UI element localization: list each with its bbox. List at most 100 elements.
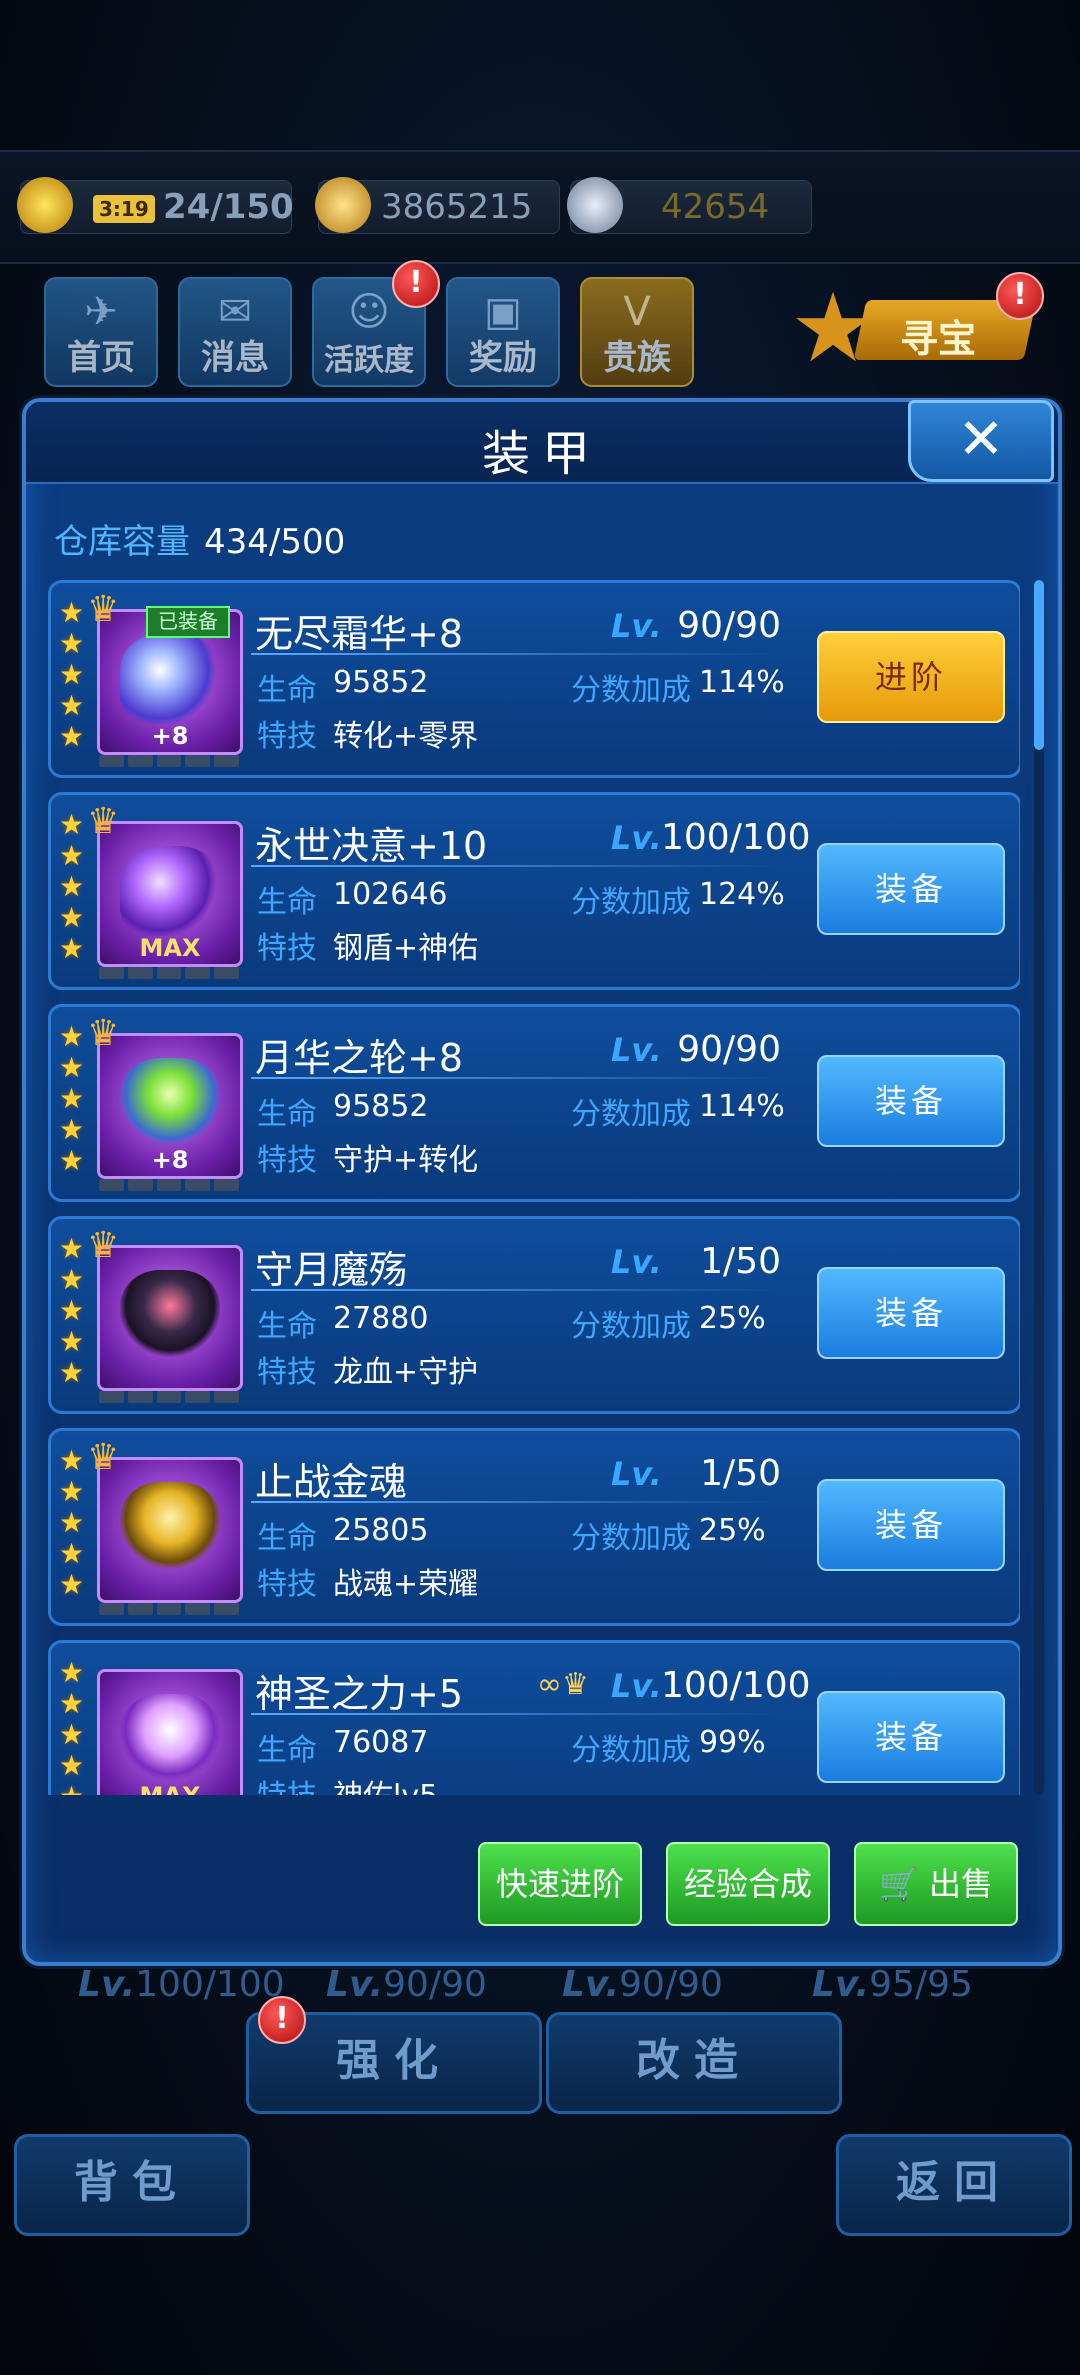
stamina-value: 24/150 [163, 187, 294, 227]
star-icon: ★ [59, 932, 85, 965]
exp-merge-button[interactable]: 经验合成 [666, 1842, 830, 1926]
upgrade-button[interactable]: 进阶 [817, 631, 1005, 723]
level-label: Lv. [611, 1243, 662, 1281]
star-icon: ★ [59, 839, 85, 872]
bag-button[interactable]: 背包 [14, 2134, 250, 2236]
bonus-label: 分数加成 [571, 673, 691, 708]
equip-button[interactable]: 装备 [817, 1479, 1005, 1571]
treasure-hunt-button[interactable]: ★ 寻宝 [790, 278, 1037, 378]
gift-icon: ▣ [484, 289, 522, 335]
level-label: Lv. [78, 1964, 136, 2005]
armor-name: 止战金魂 [255, 1460, 408, 1504]
bonus-value: 114% [699, 665, 785, 700]
close-button[interactable]: ✕ [908, 400, 1054, 482]
level-label: Lv. [611, 607, 662, 645]
scrollbar-thumb[interactable] [1034, 580, 1044, 750]
equip-button[interactable]: 装备 [817, 843, 1005, 935]
equip-button[interactable]: 装备 [817, 1691, 1005, 1783]
bonus-label: 分数加成 [571, 1521, 691, 1556]
skill-value: 神佑lv5 [333, 1771, 438, 1795]
armor-thumbnail[interactable]: MAX [97, 1669, 243, 1795]
armor-art [120, 1482, 220, 1572]
armor-art [120, 634, 220, 724]
hp-value: 95852 [333, 1089, 429, 1124]
skill-label: 特技 [257, 1355, 317, 1390]
nav-messages[interactable]: ✉ 消息 [178, 277, 292, 387]
armor-thumbnail[interactable] [97, 1245, 243, 1391]
bonus-label: 分数加成 [571, 885, 691, 920]
star-icon: ★ [59, 1475, 85, 1508]
skill-label: 特技 [257, 1143, 317, 1178]
rank-wing-icon: ♛ [87, 801, 120, 842]
modify-button[interactable]: 改造 [546, 2012, 842, 2114]
stamina-timer: 3:19 [93, 195, 155, 223]
level-label: Lv. [611, 819, 662, 857]
level-value: 95/95 [869, 1964, 973, 2005]
armor-thumbnail[interactable]: MAX [97, 821, 243, 967]
gem-resource[interactable]: 42654 [567, 177, 812, 234]
hp-label: 生命 [257, 1521, 317, 1556]
armor-thumbnail[interactable] [97, 1457, 243, 1603]
armor-tag: MAX [139, 934, 201, 962]
star-icon: ★ [59, 1325, 85, 1358]
skill-value: 转化+零界 [333, 719, 479, 754]
bonus-value: 124% [699, 877, 785, 912]
armor-name: 神圣之力+5 [255, 1672, 464, 1716]
armor-art [120, 1270, 220, 1360]
hp-value: 95852 [333, 665, 429, 700]
armor-list[interactable]: ★ ★ ★ ★ ★ 已装备 +8 ♛ 无尽霜华+8 Lv. 90/90 生命 95852… [48, 580, 1020, 1795]
nav-rewards[interactable]: ▣ 奖励 [446, 277, 560, 387]
armor-thumbnail[interactable]: +8 [97, 1033, 243, 1179]
back-button[interactable]: 返回 [836, 2134, 1072, 2236]
skill-value: 守护+转化 [333, 1143, 479, 1178]
level-value: 90/90 [619, 1964, 723, 2005]
armor-item[interactable]: ★ ★ ★ ★ ★ ♛ 守月魔殇 Lv. 1/50 生命 27880 分数加成 25% … [48, 1216, 1020, 1414]
quick-upgrade-button[interactable]: 快速进阶 [478, 1842, 642, 1926]
star-icon: ★ [59, 870, 85, 903]
equip-button[interactable]: 装备 [817, 1055, 1005, 1147]
armor-name: 守月魔殇 [255, 1248, 408, 1292]
nav-messages-label: 消息 [201, 338, 269, 378]
armor-item[interactable]: ★ ★ ★ ★ ★ +8 ♛ 月华之轮+8 Lv. 90/90 生命 95852 分数加… [48, 1004, 1020, 1202]
armor-item[interactable]: ★ ★ ★ ★ ★ ♛ 止战金魂 Lv. 1/50 生命 25805 分数加成 25% … [48, 1428, 1020, 1626]
star-icon: ★ [59, 1263, 85, 1296]
star-icon: ★ [59, 689, 85, 722]
vip-icon: V [623, 289, 651, 335]
equip-button[interactable]: 装备 [817, 1267, 1005, 1359]
star-rating: ★★★★★ [59, 1233, 89, 1388]
bonus-value: 114% [699, 1089, 785, 1124]
stamina-resource[interactable]: 3:19 24/150 [17, 177, 294, 234]
armor-item[interactable]: ★ ★ ★ ★ ★ 已装备 +8 ♛ 无尽霜华+8 Lv. 90/90 生命 95852… [48, 580, 1020, 778]
armor-item[interactable]: ★★★★★ MAX 神圣之力+5 ∞♛ Lv. 100/100 生命 76087… [48, 1640, 1020, 1795]
treasure-label: 寻宝 [900, 317, 977, 361]
cart-icon: 🛒 [878, 1865, 919, 1903]
armor-item[interactable]: ★ ★ ★ ★ ★ MAX ♛ 永世决意+10 Lv. 100/100 生命 10264… [48, 792, 1020, 990]
star-icon: ★ [59, 658, 85, 691]
star-icon: ★ [59, 1749, 85, 1782]
armor-thumbnail[interactable]: 已装备 +8 [97, 606, 243, 755]
nav-rewards-label: 奖励 [469, 338, 537, 378]
armor-art [120, 846, 220, 936]
resource-bar: 3:19 24/150 3865215 42654 [0, 150, 1080, 264]
level-readout-3: Lv.90/90 [562, 1964, 723, 2005]
star-icon: ★ [59, 596, 85, 629]
level-label: Lv. [812, 1964, 870, 2005]
rank-wing-icon: ♛ [87, 1013, 120, 1054]
armor-tag: +8 [151, 1146, 189, 1174]
armor-panel: 装甲 ✕ 仓库容量 434/500 ★ ★ ★ ★ ★ 已装备 +8 ♛ 无尽霜华+8 L… [22, 398, 1062, 1966]
star-icon: ★ [59, 1020, 85, 1053]
skill-label: 特技 [257, 719, 317, 754]
mail-icon: ✉ [218, 289, 252, 335]
star-icon: ★ [59, 1294, 85, 1327]
gold-resource[interactable]: 3865215 [315, 177, 560, 234]
armor-tag: MAX [100, 1782, 240, 1795]
nav-home[interactable]: ✈ 首页 [44, 277, 158, 387]
list-scrollbar[interactable] [1034, 580, 1044, 1795]
star-icon: ★ [59, 1568, 85, 1601]
star-icon: ★ [59, 1113, 85, 1146]
nav-vip[interactable]: V 贵族 [580, 277, 694, 387]
gem-icon [567, 177, 623, 233]
skill-value: 钢盾+神佑 [333, 931, 479, 966]
hp-label: 生命 [257, 1097, 317, 1132]
sell-button[interactable]: 🛒 出售 [854, 1842, 1018, 1926]
